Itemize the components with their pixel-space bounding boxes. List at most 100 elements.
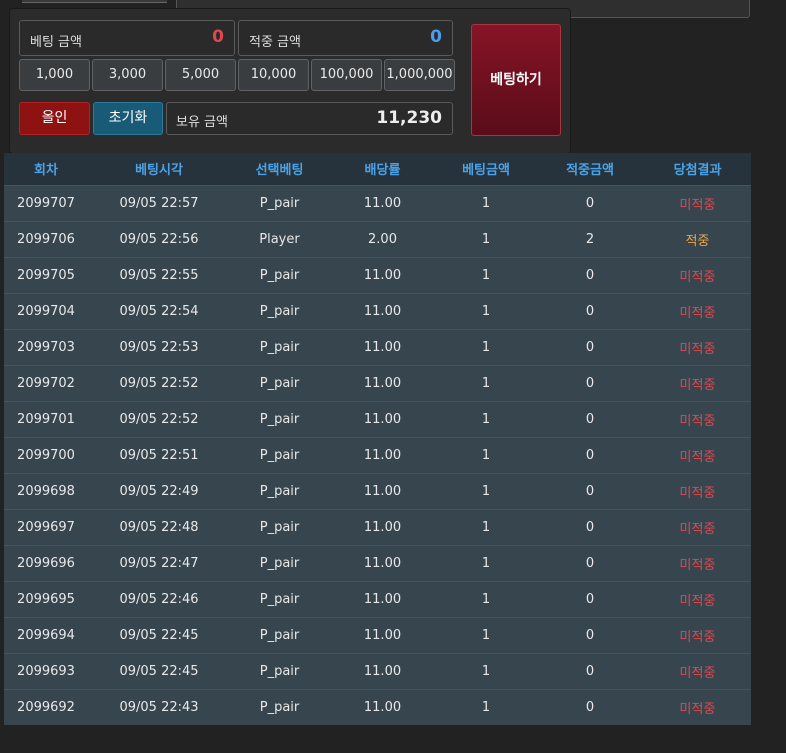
table-cell: P_pair [230,580,329,617]
result-cell: 적중 [644,220,751,257]
table-cell: 1 [436,688,536,725]
table-cell: 0 [536,616,644,653]
table-cell: 09/05 22:52 [88,400,230,437]
table-cell: Player [230,220,329,257]
result-cell: 미적중 [644,616,751,653]
table-cell: 1 [436,292,536,329]
result-cell: 미적중 [644,580,751,617]
table-cell: P_pair [230,544,329,581]
result-cell: 미적중 [644,472,751,509]
table-cell: 2099702 [4,364,88,401]
table-cell: 0 [536,652,644,689]
column-header: 선택베팅 [230,153,329,185]
table-cell: 1 [436,472,536,509]
bet-history-table: 회차 베팅시각 선택베팅 배당률 베팅금액 적중금액 당첨결과 2099707 09/05 2… [4,153,751,725]
table-cell: 0 [536,436,644,473]
result-cell: 미적중 [644,292,751,329]
table-cell: 2099704 [4,292,88,329]
column-header: 적중금액 [536,153,644,185]
table-cell: 11.00 [329,256,436,293]
table-cell: 1 [436,544,536,581]
table-cell: P_pair [230,616,329,653]
table-row: 2099698 09/05 22:49 P_pair 11.00 1 0 미적중 [4,472,751,509]
chip-button[interactable]: 100,000 [311,59,382,91]
table-cell: 2099693 [4,652,88,689]
table-header-row: 회차 베팅시각 선택베팅 배당률 베팅금액 적중금액 당첨결과 [4,153,751,185]
table-cell: P_pair [230,184,329,221]
table-cell: 09/05 22:47 [88,544,230,581]
table-cell: P_pair [230,292,329,329]
column-header: 베팅금액 [436,153,536,185]
table-row: 2099704 09/05 22:54 P_pair 11.00 1 0 미적중 [4,292,751,329]
table-row: 2099705 09/05 22:55 P_pair 11.00 1 0 미적중 [4,256,751,293]
chip-button[interactable]: 1,000,000 [384,59,455,91]
table-cell: P_pair [230,688,329,725]
table-cell: 09/05 22:55 [88,256,230,293]
table-cell: P_pair [230,652,329,689]
table-cell: P_pair [230,400,329,437]
result-cell: 미적중 [644,436,751,473]
table-cell: 1 [436,256,536,293]
chip-button[interactable]: 1,000 [19,59,90,91]
table-cell: 11.00 [329,292,436,329]
column-header: 배당률 [329,153,436,185]
table-row: 2099693 09/05 22:45 P_pair 11.00 1 0 미적중 [4,652,751,689]
table-cell: 2099698 [4,472,88,509]
table-cell: 09/05 22:43 [88,688,230,725]
table-cell: 09/05 22:51 [88,436,230,473]
balance-label: 보유 금액 [176,115,228,130]
table-cell: 2099695 [4,580,88,617]
hit-amount-display: 적중 금액 0 [238,20,453,56]
hit-amount-value: 0 [430,27,442,47]
table-row: 2099703 09/05 22:53 P_pair 11.00 1 0 미적중 [4,328,751,365]
table-row: 2099697 09/05 22:48 P_pair 11.00 1 0 미적중 [4,508,751,545]
table-cell: 11.00 [329,652,436,689]
chip-button[interactable]: 10,000 [238,59,309,91]
table-cell: 11.00 [329,544,436,581]
table-cell: 2099696 [4,544,88,581]
place-bet-button[interactable]: 베팅하기 [471,24,561,136]
table-row: 2099702 09/05 22:52 P_pair 11.00 1 0 미적중 [4,364,751,401]
table-cell: P_pair [230,364,329,401]
table-cell: 1 [436,652,536,689]
table-cell: 0 [536,508,644,545]
table-cell: 2099705 [4,256,88,293]
table-cell: 1 [436,508,536,545]
table-cell: 11.00 [329,616,436,653]
table-cell: 11.00 [329,580,436,617]
table-row: 2099695 09/05 22:46 P_pair 11.00 1 0 미적중 [4,580,751,617]
all-in-button[interactable]: 올인 [19,102,90,135]
result-cell: 미적중 [644,184,751,221]
table-cell: 0 [536,184,644,221]
table-row: 2099692 09/05 22:43 P_pair 11.00 1 0 미적중 [4,688,751,725]
table-cell: 09/05 22:52 [88,364,230,401]
table-cell: 0 [536,328,644,365]
table-cell: 1 [436,184,536,221]
table-cell: 11.00 [329,508,436,545]
table-cell: 0 [536,688,644,725]
chip-button[interactable]: 3,000 [92,59,163,91]
top-tab-fragment [22,0,167,3]
table-cell: 2099692 [4,688,88,725]
table-cell: 09/05 22:45 [88,652,230,689]
table-cell: 1 [436,616,536,653]
chip-button[interactable]: 5,000 [165,59,236,91]
table-cell: P_pair [230,472,329,509]
table-cell: 0 [536,400,644,437]
table-cell: P_pair [230,436,329,473]
result-cell: 미적중 [644,400,751,437]
result-cell: 미적중 [644,688,751,725]
table-cell: 2099701 [4,400,88,437]
table-cell: 11.00 [329,472,436,509]
table-row: 2099696 09/05 22:47 P_pair 11.00 1 0 미적중 [4,544,751,581]
table-cell: 09/05 22:56 [88,220,230,257]
reset-button[interactable]: 초기화 [93,102,163,135]
bet-amount-value: 0 [212,27,224,47]
table-cell: 0 [536,292,644,329]
table-row: 2099707 09/05 22:57 P_pair 11.00 1 0 미적중 [4,184,751,221]
table-cell: P_pair [230,508,329,545]
table-cell: 11.00 [329,184,436,221]
table-cell: 0 [536,544,644,581]
table-cell: 0 [536,472,644,509]
table-cell: 2 [536,220,644,257]
